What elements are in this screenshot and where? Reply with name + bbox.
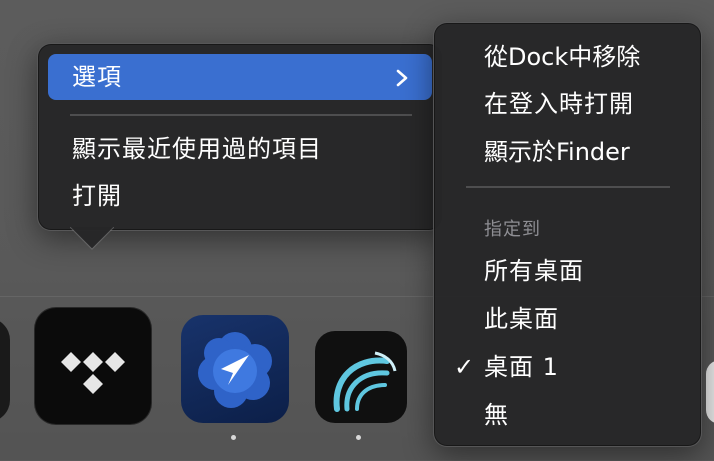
tidal-icon[interactable]	[34, 307, 152, 425]
checkmark-icon: ✓	[454, 353, 476, 381]
dock-context-menu: 選項 顯示最近使用過的項目 打開	[37, 43, 443, 231]
options-submenu: 從Dock中移除 在登入時打開 顯示於Finder 指定到 所有桌面 此桌面 ✓…	[433, 22, 702, 447]
submenu-separator	[466, 186, 670, 188]
navigation-arrow-icon[interactable]	[181, 315, 289, 423]
chevron-right-icon	[396, 69, 408, 87]
section-label-assign-to: 指定到	[484, 219, 541, 240]
menu-item-options[interactable]: 選項	[72, 57, 442, 97]
submenu-item-open-at-login[interactable]: 在登入時打開	[484, 84, 701, 124]
menu-item-show-recent-label: 顯示最近使用過的項目	[72, 135, 322, 163]
menu-item-options-label: 選項	[72, 63, 122, 91]
menu-item-show-recent[interactable]: 顯示最近使用過的項目	[72, 129, 442, 169]
submenu-item-none[interactable]: 無	[484, 395, 701, 435]
wave-app-icon[interactable]	[315, 331, 407, 423]
submenu-item-show-in-finder[interactable]: 顯示於Finder	[484, 132, 701, 172]
menu-separator	[70, 114, 412, 116]
running-indicator	[231, 435, 236, 440]
menu-item-open[interactable]: 打開	[72, 176, 442, 216]
submenu-item-all-desktops[interactable]: 所有桌面	[484, 251, 701, 291]
partial-app-icon-right[interactable]	[706, 360, 714, 424]
partial-app-icon-left[interactable]	[0, 318, 10, 422]
running-indicator	[356, 435, 361, 440]
submenu-item-desktop-1[interactable]: ✓ 桌面 1	[454, 347, 701, 387]
menu-pointer	[70, 227, 114, 250]
submenu-item-remove-from-dock[interactable]: 從Dock中移除	[484, 37, 701, 77]
submenu-item-this-desktop[interactable]: 此桌面	[484, 299, 701, 339]
menu-item-open-label: 打開	[72, 182, 122, 210]
